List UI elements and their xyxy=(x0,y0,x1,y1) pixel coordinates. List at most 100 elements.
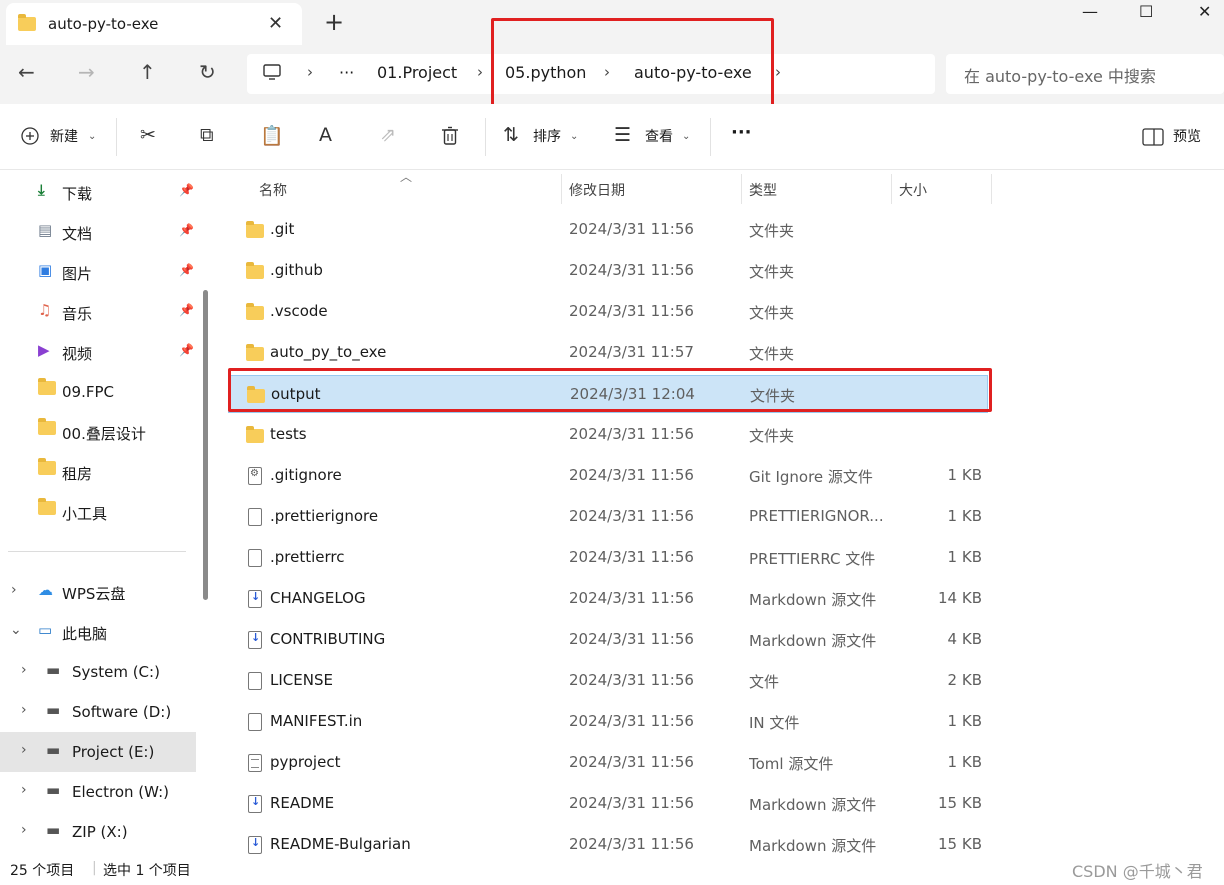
divider: | xyxy=(92,860,97,876)
sidebar-item-downloads[interactable]: ⤓ 下载 📌 xyxy=(0,172,196,212)
chevron-right-icon[interactable]: › xyxy=(21,662,27,678)
file-row[interactable]: .git 2024/3/31 11:56 文件夹 xyxy=(228,211,988,249)
file-name: MANIFEST.in xyxy=(270,712,363,730)
sidebar-item-drive-e[interactable]: › ▬ Project (E:) xyxy=(0,732,196,772)
new-tab-button[interactable]: + xyxy=(324,8,344,36)
file-date: 2024/3/31 11:56 xyxy=(569,753,694,771)
sidebar-item-this-pc[interactable]: ⌄ ▭ 此电脑 xyxy=(0,612,196,652)
more-path-button[interactable]: ··· xyxy=(339,63,354,82)
chevron-right-icon[interactable]: › xyxy=(21,742,27,758)
forward-button[interactable]: → xyxy=(78,60,95,84)
column-divider[interactable] xyxy=(991,174,992,204)
back-button[interactable]: ← xyxy=(18,60,35,84)
sidebar-item-pictures[interactable]: ▣ 图片 📌 xyxy=(0,252,196,292)
folder-icon xyxy=(246,303,264,324)
sidebar-item-00-layer-design[interactable]: 00.叠层设计 xyxy=(0,412,196,452)
column-divider[interactable] xyxy=(891,174,892,204)
chevron-down-icon[interactable]: ⌄ xyxy=(10,622,22,638)
file-row[interactable]: tests 2024/3/31 11:56 文件夹 xyxy=(228,416,988,454)
file-row[interactable]: .gitignore 2024/3/31 11:56 Git Ignore 源文件 1… xyxy=(228,457,988,495)
sort-button[interactable]: 排序 xyxy=(533,126,561,146)
sidebar-item-documents[interactable]: ▤ 文档 📌 xyxy=(0,212,196,252)
pin-icon[interactable]: 📌 xyxy=(179,183,194,197)
file-type: 文件夹 xyxy=(749,427,795,445)
sidebar-item-tools[interactable]: 小工具 xyxy=(0,492,196,532)
file-row[interactable]: auto_py_to_exe 2024/3/31 11:57 文件夹 xyxy=(228,334,988,372)
column-header-name[interactable]: 名称 xyxy=(259,180,287,200)
pin-icon[interactable]: 📌 xyxy=(179,263,194,277)
search-input[interactable]: 在 auto-py-to-exe 中搜索 xyxy=(964,63,1156,87)
sidebar-scrollbar[interactable] xyxy=(203,290,208,600)
view-button[interactable]: 查看 xyxy=(645,126,673,146)
breadcrumb-item[interactable]: 01.Project xyxy=(377,63,457,82)
file-row[interactable]: CHANGELOG 2024/3/31 11:56 Markdown 源文件 14 K… xyxy=(228,580,988,618)
refresh-button[interactable]: ↻ xyxy=(199,60,216,84)
file-date: 2024/3/31 11:56 xyxy=(569,671,694,689)
sidebar-item-videos[interactable]: ▶ 视频 📌 xyxy=(0,332,196,372)
sidebar-item-label: Electron (W:) xyxy=(72,783,170,801)
paste-icon[interactable]: 📋 xyxy=(260,124,284,147)
sidebar-item-drive-w[interactable]: › ▬ Electron (W:) xyxy=(0,772,196,812)
column-header-date[interactable]: 修改日期 xyxy=(569,180,625,200)
column-divider[interactable] xyxy=(741,174,742,204)
view-icon[interactable]: ☰ xyxy=(614,124,631,146)
file-row[interactable]: LICENSE 2024/3/31 11:56 文件 2 KB xyxy=(228,662,988,700)
file-row[interactable]: .prettierrc 2024/3/31 11:56 PRETTIERRC 文件 1… xyxy=(228,539,988,577)
maximize-button[interactable]: ☐ xyxy=(1139,2,1153,21)
column-divider[interactable] xyxy=(561,174,562,204)
file-name: .git xyxy=(270,220,295,238)
delete-icon[interactable] xyxy=(441,126,459,151)
monitor-icon[interactable] xyxy=(262,62,282,86)
file-size: 15 KB xyxy=(938,794,982,812)
plus-circle-icon[interactable] xyxy=(20,126,40,151)
file-size: 15 KB xyxy=(938,835,982,853)
preview-pane-icon[interactable] xyxy=(1142,128,1164,151)
file-name: README-Bulgarian xyxy=(270,835,411,853)
sidebar-item-rental[interactable]: 租房 xyxy=(0,452,196,492)
file-row[interactable]: pyproject 2024/3/31 11:56 Toml 源文件 1 KB xyxy=(228,744,988,782)
pin-icon[interactable]: 📌 xyxy=(179,223,194,237)
file-row[interactable]: .vscode 2024/3/31 11:56 文件夹 xyxy=(228,293,988,331)
drive-icon: ▬ xyxy=(46,661,61,679)
file-row[interactable]: README-Bulgarian 2024/3/31 11:56 Markdown … xyxy=(228,826,988,856)
file-date: 2024/3/31 11:56 xyxy=(569,302,694,320)
file-row[interactable]: CONTRIBUTING 2024/3/31 11:56 Markdown 源文件 4… xyxy=(228,621,988,659)
rename-icon[interactable]: A xyxy=(319,124,332,146)
file-icon xyxy=(248,549,262,571)
up-button[interactable]: ↑ xyxy=(139,60,156,84)
close-tab-icon[interactable]: ✕ xyxy=(268,13,283,34)
sidebar-item-09-fpc[interactable]: 09.FPC xyxy=(0,372,196,412)
copy-icon[interactable]: ⧉ xyxy=(200,124,214,146)
chevron-right-icon[interactable]: › xyxy=(21,702,27,718)
sidebar-item-drive-c[interactable]: › ▬ System (C:) xyxy=(0,652,196,692)
chevron-right-icon[interactable]: › xyxy=(21,782,27,798)
file-type: IN 文件 xyxy=(749,714,800,732)
pin-icon[interactable]: 📌 xyxy=(179,303,194,317)
chevron-right-icon[interactable]: › xyxy=(21,822,27,838)
file-row[interactable]: README 2024/3/31 11:56 Markdown 源文件 15 KB xyxy=(228,785,988,823)
cut-icon[interactable]: ✂ xyxy=(140,124,156,146)
close-window-button[interactable]: ✕ xyxy=(1198,2,1211,21)
share-icon[interactable]: ⇗ xyxy=(380,124,396,146)
chevron-right-icon[interactable]: › xyxy=(11,582,17,598)
file-row[interactable]: .prettierignore 2024/3/31 11:56 PRETTIERIG… xyxy=(228,498,988,536)
window-tab[interactable]: auto-py-to-exe ✕ xyxy=(6,3,302,45)
sidebar-item-music[interactable]: ♫ 音乐 📌 xyxy=(0,292,196,332)
column-header-type[interactable]: 类型 xyxy=(749,180,777,200)
sort-icon[interactable]: ⇅ xyxy=(503,124,519,146)
search-box[interactable]: 在 auto-py-to-exe 中搜索 xyxy=(946,54,1224,94)
minimize-button[interactable]: — xyxy=(1082,2,1098,21)
file-list-scrollbar[interactable] xyxy=(1210,170,1224,856)
file-size: 4 KB xyxy=(947,630,982,648)
file-row[interactable]: .github 2024/3/31 11:56 文件夹 xyxy=(228,252,988,290)
pin-icon[interactable]: 📌 xyxy=(179,343,194,357)
sidebar-item-drive-d[interactable]: › ▬ Software (D:) xyxy=(0,692,196,732)
more-options-button[interactable]: ··· xyxy=(731,122,752,143)
sidebar-item-drive-x[interactable]: › ▬ ZIP (X:) xyxy=(0,812,196,852)
file-row[interactable]: MANIFEST.in 2024/3/31 11:56 IN 文件 1 KB xyxy=(228,703,988,741)
preview-button[interactable]: 预览 xyxy=(1173,126,1201,146)
chevron-right-icon[interactable]: › xyxy=(775,63,781,81)
new-button[interactable]: 新建 xyxy=(50,126,78,146)
sidebar-item-wps-cloud[interactable]: › ☁ WPS云盘 xyxy=(0,572,196,612)
column-header-size[interactable]: 大小 xyxy=(899,180,927,200)
